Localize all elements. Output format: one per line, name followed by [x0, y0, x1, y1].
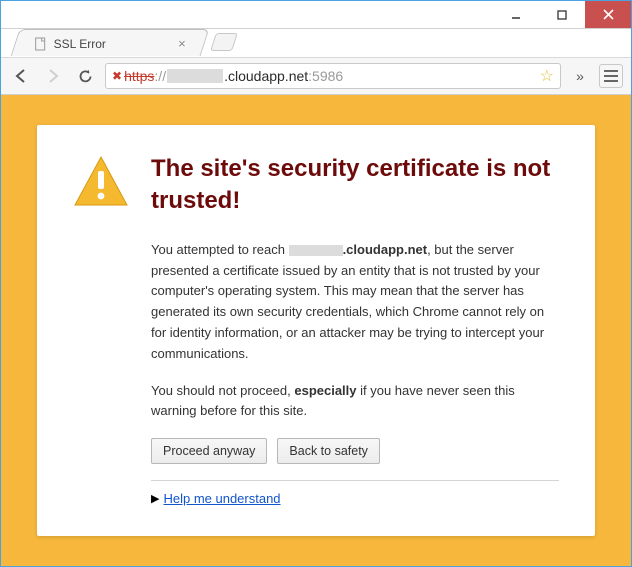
overflow-button[interactable]: »	[569, 64, 591, 88]
help-me-understand-link[interactable]: Help me understand	[163, 491, 280, 506]
page-viewport: The site's security certificate is not t…	[1, 95, 631, 566]
tab-strip: SSL Error ×	[1, 29, 631, 57]
tab-title: SSL Error	[54, 36, 106, 50]
window-titlebar	[1, 1, 631, 29]
forward-button[interactable]	[41, 64, 65, 88]
back-to-safety-button[interactable]: Back to safety	[277, 438, 380, 464]
expand-triangle-icon[interactable]: ▶	[151, 492, 159, 505]
url-port: :5986	[308, 68, 343, 84]
host-redacted	[289, 245, 343, 256]
close-icon	[603, 9, 614, 20]
toolbar: ✖ https :// .cloudapp.net :5986 ☆ »	[1, 57, 631, 95]
reload-button[interactable]	[73, 64, 97, 88]
bookmark-star-icon[interactable]: ☆	[540, 66, 554, 86]
url-host-redacted	[167, 69, 223, 83]
ssl-error-card: The site's security certificate is not t…	[37, 125, 595, 536]
divider	[151, 480, 559, 481]
hamburger-icon	[604, 70, 618, 72]
close-window-button[interactable]	[585, 1, 631, 28]
url-sep: ://	[154, 68, 166, 84]
menu-button[interactable]	[599, 64, 623, 88]
tab-close-icon[interactable]: ×	[178, 36, 186, 51]
error-heading: The site's security certificate is not t…	[151, 153, 559, 218]
insecure-icon: ✖	[112, 69, 122, 83]
page-icon	[34, 36, 48, 50]
maximize-button[interactable]	[539, 1, 585, 28]
new-tab-button[interactable]	[210, 33, 238, 51]
url-domain: .cloudapp.net	[224, 68, 308, 84]
chevron-right-double-icon: »	[576, 68, 584, 84]
minimize-icon	[511, 10, 521, 20]
url-field[interactable]: ✖ https :// .cloudapp.net :5986 ☆	[105, 63, 561, 89]
warning-icon	[73, 155, 129, 506]
browser-tab[interactable]: SSL Error ×	[11, 29, 210, 56]
error-paragraph-2: You should not proceed, especially if yo…	[151, 381, 559, 423]
arrow-right-icon	[44, 67, 62, 85]
maximize-icon	[557, 10, 567, 20]
minimize-button[interactable]	[493, 1, 539, 28]
arrow-left-icon	[12, 67, 30, 85]
url-scheme: https	[124, 68, 154, 84]
reload-icon	[77, 68, 94, 85]
error-paragraph-1: You attempted to reach .cloudapp.net, bu…	[151, 240, 559, 365]
back-button[interactable]	[9, 64, 33, 88]
proceed-anyway-button[interactable]: Proceed anyway	[151, 438, 267, 464]
